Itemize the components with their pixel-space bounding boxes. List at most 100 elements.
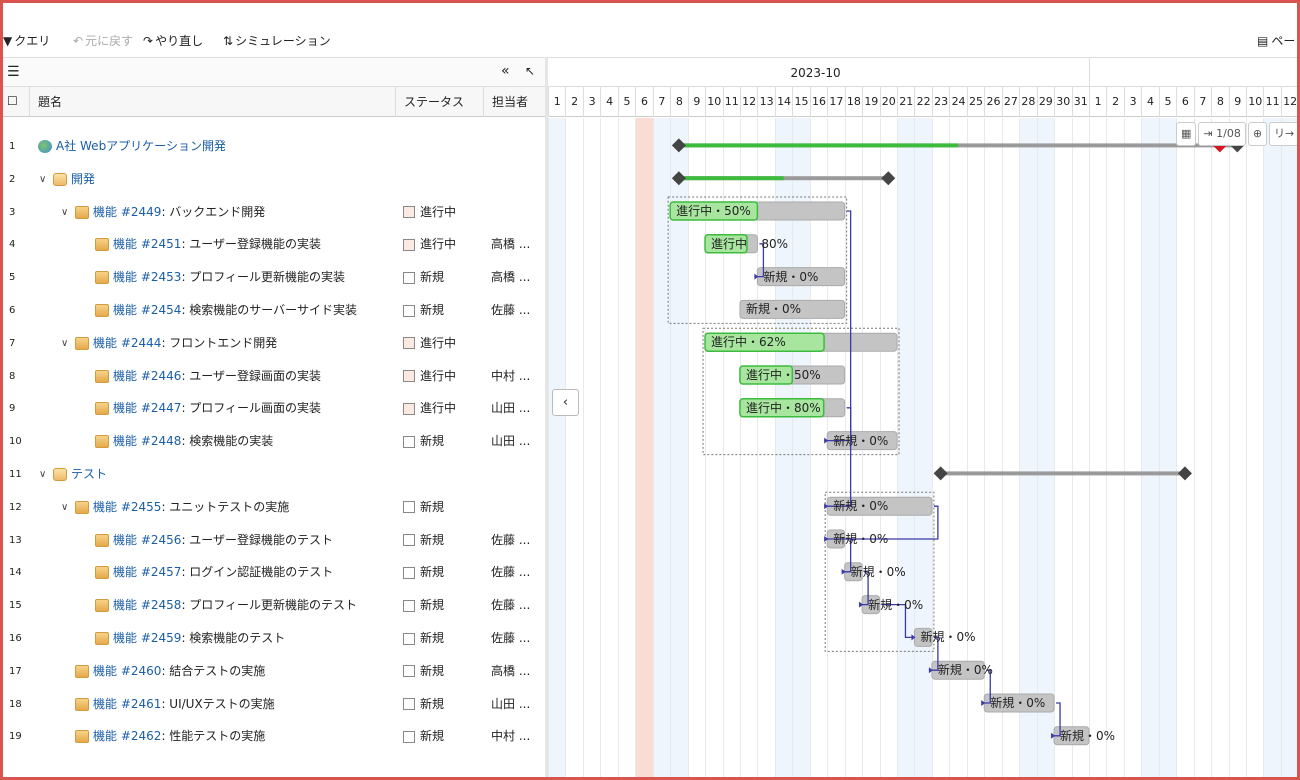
assignee-cell[interactable]: 中村 ... — [491, 360, 530, 393]
issue-id[interactable]: #2454 — [141, 303, 182, 317]
group-title[interactable]: 開発 — [71, 163, 95, 196]
status-checkbox[interactable] — [403, 534, 415, 547]
expand-handle-icon[interactable]: ↖ — [525, 64, 535, 78]
header-status[interactable]: ステータス — [395, 87, 483, 117]
assignee-cell[interactable]: 佐藤 ... — [491, 556, 530, 589]
table-row[interactable]: 8 機能 #2446: ユーザー登録画面の実装 進行中 中村 ... — [3, 360, 545, 393]
query-button[interactable]: ▼ クエリ — [3, 32, 50, 49]
issue-id[interactable]: #2460 — [121, 664, 162, 678]
issue-title[interactable]: 機能 #2454: 検索機能のサーバーサイド実装 — [113, 294, 357, 327]
assignee-cell[interactable]: 佐藤 ... — [491, 294, 530, 327]
issue-id[interactable]: #2457 — [141, 565, 182, 579]
issue-id[interactable]: #2448 — [141, 434, 182, 448]
table-row[interactable]: 2 ∨ 開発 — [3, 163, 545, 196]
next-button[interactable]: リ→ — [1269, 122, 1297, 146]
select-all-icon[interactable]: ☐ — [7, 94, 18, 108]
table-row[interactable]: 14 機能 #2457: ログイン認証機能のテスト 新規 佐藤 ... — [3, 556, 545, 589]
assignee-cell[interactable]: 高橋 ... — [491, 261, 530, 294]
issue-title[interactable]: 機能 #2461: UI/UXテストの実施 — [93, 688, 275, 721]
issue-title[interactable]: 機能 #2447: プロフィール画面の実装 — [113, 392, 321, 425]
issue-title[interactable]: 機能 #2444: フロントエンド開発 — [93, 327, 277, 360]
status-cell[interactable]: 新規 — [403, 491, 444, 524]
table-row[interactable]: 11 ∨ テスト — [3, 458, 545, 491]
issue-title[interactable]: 機能 #2449: バックエンド開発 — [93, 196, 265, 229]
issue-title[interactable]: 機能 #2458: プロフィール更新機能のテスト — [113, 589, 357, 622]
table-row[interactable]: 7 ∨ 機能 #2444: フロントエンド開発 進行中 — [3, 327, 545, 360]
settings-sliders-icon[interactable]: ☰ — [7, 64, 20, 80]
issue-id[interactable]: #2462 — [121, 729, 162, 743]
issue-title[interactable]: 機能 #2455: ユニットテストの実施 — [93, 491, 289, 524]
group-title[interactable]: テスト — [71, 458, 107, 491]
table-row[interactable]: 17 機能 #2460: 結合テストの実施 新規 高橋 ... — [3, 655, 545, 688]
table-row[interactable]: 3 ∨ 機能 #2449: バックエンド開発 進行中 — [3, 196, 545, 229]
status-checkbox[interactable] — [403, 698, 415, 711]
status-cell[interactable]: 進行中 — [403, 327, 456, 360]
table-row[interactable]: 6 機能 #2454: 検索機能のサーバーサイド実装 新規 佐藤 ... — [3, 294, 545, 327]
issue-title[interactable]: 機能 #2462: 性能テストの実施 — [93, 720, 265, 753]
milestone-icon[interactable] — [881, 171, 896, 186]
status-checkbox[interactable] — [403, 730, 415, 743]
simulation-button[interactable]: ⇅ シミュレーション — [223, 32, 331, 49]
table-row[interactable]: 9 機能 #2447: プロフィール画面の実装 進行中 山田 ... — [3, 392, 545, 425]
status-checkbox[interactable] — [403, 238, 415, 251]
chevron-down-icon[interactable]: ∨ — [61, 327, 68, 360]
redo-button[interactable]: ↷ やり直し — [143, 32, 203, 49]
status-cell[interactable]: 新規 — [403, 688, 444, 721]
issue-id[interactable]: #2447 — [141, 401, 182, 415]
issue-id[interactable]: #2461 — [121, 697, 162, 711]
assignee-cell[interactable]: 中村 ... — [491, 720, 530, 753]
table-row[interactable]: 19 機能 #2462: 性能テストの実施 新規 中村 ... — [3, 720, 545, 753]
milestone-icon[interactable] — [671, 171, 686, 186]
collapse-panel-button[interactable]: ‹ — [552, 389, 579, 416]
status-cell[interactable]: 進行中 — [403, 360, 456, 393]
issue-title[interactable]: 機能 #2459: 検索機能のテスト — [113, 622, 285, 655]
milestone-icon[interactable] — [933, 466, 948, 481]
issue-id[interactable]: #2444 — [121, 336, 162, 350]
issue-title[interactable]: 機能 #2451: ユーザー登録機能の実装 — [113, 228, 321, 261]
table-row[interactable]: 10 機能 #2448: 検索機能の実装 新規 山田 ... — [3, 425, 545, 458]
zoom-icon[interactable]: ⊕ — [1247, 122, 1268, 146]
table-row[interactable]: 13 機能 #2456: ユーザー登録機能のテスト 新規 佐藤 ... — [3, 524, 545, 557]
assignee-cell[interactable]: 山田 ... — [491, 392, 530, 425]
status-checkbox[interactable] — [403, 402, 415, 415]
milestone-icon[interactable] — [671, 138, 686, 153]
status-checkbox[interactable] — [403, 206, 415, 219]
chevron-down-icon[interactable]: ∨ — [39, 163, 46, 196]
table-row[interactable]: 5 機能 #2453: プロフィール更新機能の実装 新規 高橋 ... — [3, 261, 545, 294]
assignee-cell[interactable]: 高橋 ... — [491, 228, 530, 261]
collapse-all-icon[interactable]: « — [501, 63, 510, 79]
assignee-cell[interactable]: 山田 ... — [491, 688, 530, 721]
milestone-icon[interactable] — [1177, 466, 1192, 481]
page-button[interactable]: ▤ ペー — [1257, 32, 1295, 49]
summary-bar[interactable] — [940, 471, 1185, 476]
header-assignee[interactable]: 担当者 — [483, 87, 545, 117]
assignee-cell[interactable]: 山田 ... — [491, 425, 530, 458]
issue-id[interactable]: #2459 — [141, 631, 182, 645]
date-range-button[interactable]: ⇥ 1/08 — [1198, 122, 1246, 146]
status-cell[interactable]: 進行中 — [403, 392, 456, 425]
issue-title[interactable]: 機能 #2456: ユーザー登録機能のテスト — [113, 524, 333, 557]
assignee-cell[interactable]: 佐藤 ... — [491, 622, 530, 655]
issue-title[interactable]: 機能 #2446: ユーザー登録画面の実装 — [113, 360, 321, 393]
status-checkbox[interactable] — [403, 501, 415, 514]
assignee-cell[interactable]: 佐藤 ... — [491, 524, 530, 557]
status-cell[interactable]: 新規 — [403, 655, 444, 688]
chevron-down-icon[interactable]: ∨ — [39, 458, 46, 491]
issue-id[interactable]: #2451 — [141, 237, 182, 251]
status-cell[interactable]: 進行中 — [403, 196, 456, 229]
chevron-down-icon[interactable]: ∨ — [61, 491, 68, 524]
table-row[interactable]: 12 ∨ 機能 #2455: ユニットテストの実施 新規 — [3, 491, 545, 524]
status-cell[interactable]: 進行中 — [403, 228, 456, 261]
status-cell[interactable]: 新規 — [403, 720, 444, 753]
summary-progress[interactable] — [678, 176, 784, 181]
issue-id[interactable]: #2456 — [141, 533, 182, 547]
status-cell[interactable]: 新規 — [403, 261, 444, 294]
status-checkbox[interactable] — [403, 665, 415, 678]
status-cell[interactable]: 新規 — [403, 589, 444, 622]
status-cell[interactable]: 新規 — [403, 425, 444, 458]
table-row[interactable]: 18 機能 #2461: UI/UXテストの実施 新規 山田 ... — [3, 688, 545, 721]
status-checkbox[interactable] — [403, 632, 415, 645]
issue-id[interactable]: #2449 — [121, 205, 162, 219]
assignee-cell[interactable]: 高橋 ... — [491, 655, 530, 688]
undo-button[interactable]: ↶ 元に戻す — [73, 32, 133, 49]
